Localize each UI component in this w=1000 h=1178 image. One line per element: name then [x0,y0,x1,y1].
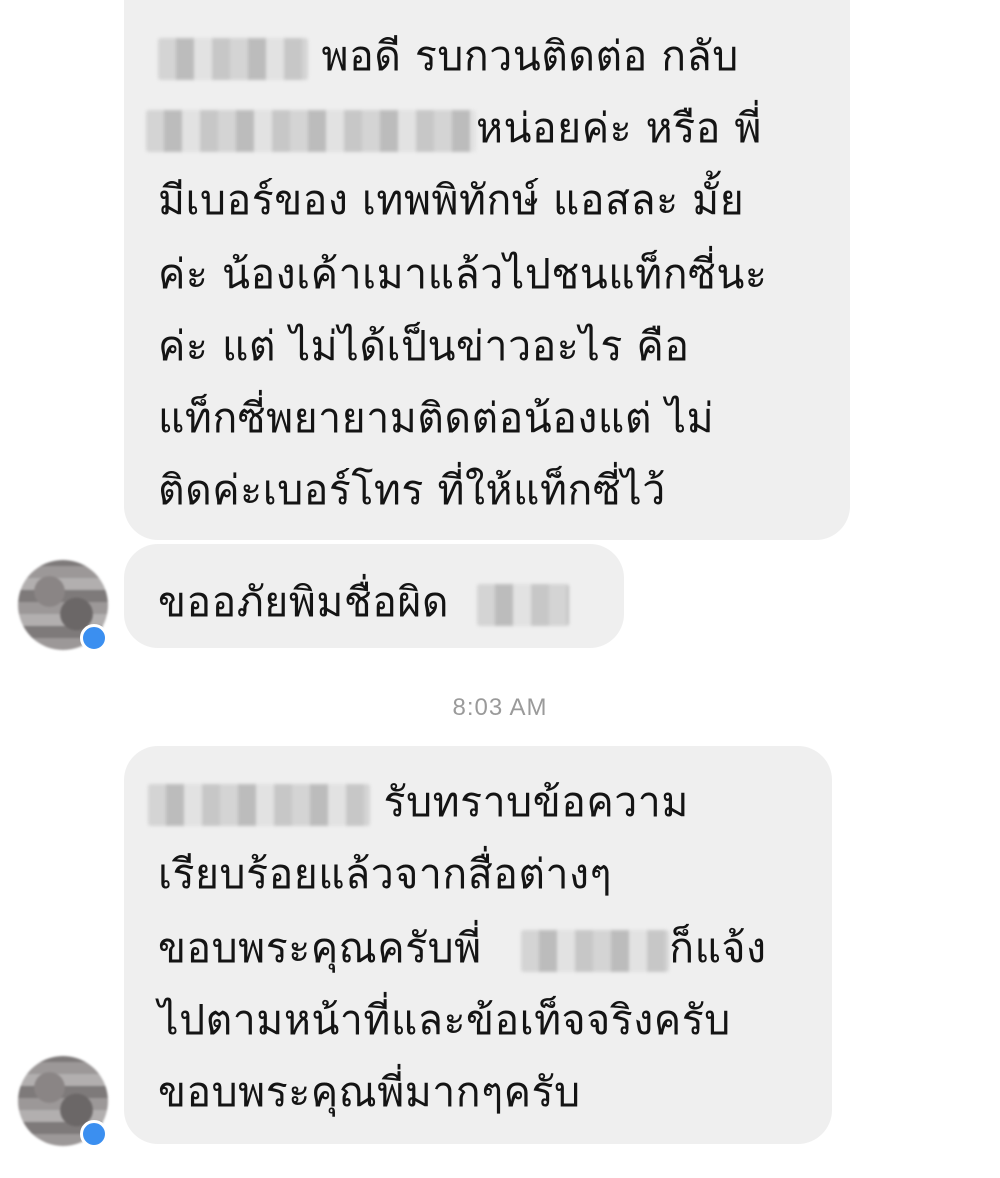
messenger-badge-icon [80,624,108,652]
message-line: รับทราบข้อความ [148,782,689,826]
message-line: ค่ะ แต่ ไม่ได้เป็นข่าวอะไร คือ [158,322,690,370]
message-line: ขออภัยพิมชื่อผิด [158,582,569,626]
message-line: พอดี รบกวนติดต่อ กลับ [158,36,739,80]
redacted-name [158,38,308,80]
redacted-name [476,584,569,626]
message-line: หน่อยค่ะ หรือ พี่ [146,108,762,152]
redacted-name [521,930,670,972]
message-line: เรียบร้อยแล้วจากสื่อต่างๆ [158,850,613,898]
message-line: มีเบอร์ของ เทพพิทักษ์ แอสละ มั้ย [158,176,745,224]
messenger-badge-icon [80,1120,108,1148]
message-line: ขอบพระคุณพี่มากๆครับ [158,1068,581,1116]
message-line: ขอบพระคุณครับพี่ ก็แจ้ง [158,924,767,972]
message-line: ค่ะ น้องเค้าเมาแล้วไปชนแท็กซี่นะ [158,250,768,298]
redacted-text [146,110,476,152]
message-line: แท็กซี่พยายามติดต่อน้องแต่ ไม่ [158,394,715,442]
timestamp: 8:03 AM [452,694,548,721]
message-line: ไปตามหน้าที่และข้อเท็จจริงครับ [158,996,731,1044]
redacted-name [148,784,370,826]
message-line: ติดค่ะเบอร์โทร ที่ให้แท็กซี่ไว้ [158,466,666,514]
